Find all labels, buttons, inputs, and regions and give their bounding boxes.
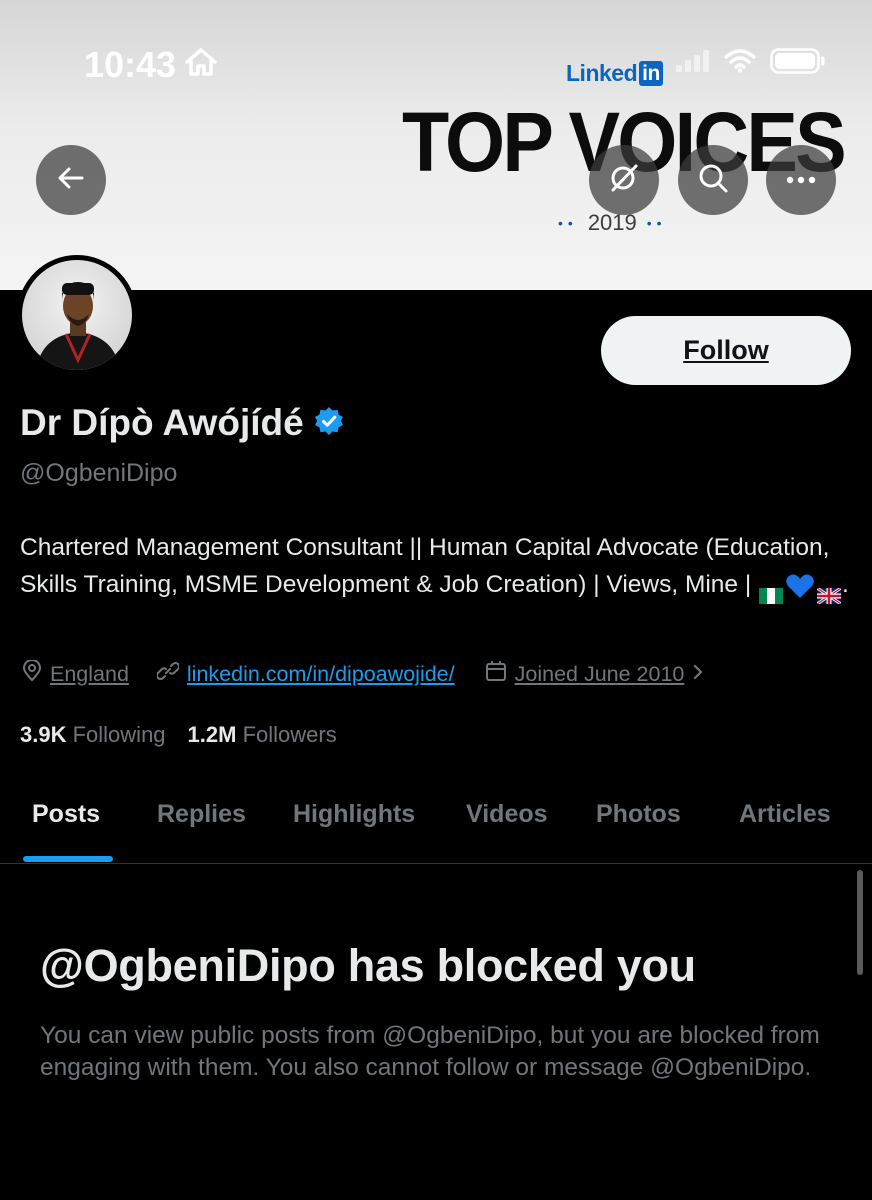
status-time-text: 10:43: [84, 44, 177, 85]
linkedin-logo-text: Linked: [566, 60, 638, 86]
blocked-title: @OgbeniDipo has blocked you: [40, 940, 696, 991]
search-button[interactable]: [678, 145, 748, 215]
followers-stat[interactable]: 1.2M Followers: [188, 722, 337, 748]
scrollbar[interactable]: [857, 870, 863, 975]
linkedin-logo-in: in: [639, 61, 663, 86]
verified-badge-icon[interactable]: [314, 406, 344, 441]
location[interactable]: England: [22, 659, 129, 688]
chevron-right-icon: [692, 662, 704, 687]
profile-meta: England linkedin.com/in/dipoawojide/ Joi…: [22, 659, 705, 688]
tab-replies[interactable]: Replies: [157, 800, 246, 829]
joined-text: Joined June 2010: [514, 661, 685, 686]
active-tab-indicator: [23, 856, 113, 862]
wifi-icon: [724, 49, 756, 78]
cellular-signal-icon: [676, 50, 710, 77]
tab-articles[interactable]: Articles: [739, 800, 831, 829]
profile-handle: @OgbeniDipo: [20, 459, 178, 487]
bio-text: Chartered Management Consultant || Human…: [20, 534, 830, 598]
linkedin-logo: Linked in: [566, 60, 663, 87]
website-text: linkedin.com/in/dipoawojide/: [186, 661, 455, 686]
grok-button[interactable]: [589, 145, 659, 215]
following-stat[interactable]: 3.9K Following: [20, 722, 166, 748]
tab-highlights[interactable]: Highlights: [293, 800, 415, 829]
uk-flag-icon: [816, 578, 842, 605]
arrow-left-icon: [56, 163, 86, 198]
followers-label: Followers: [242, 722, 337, 747]
dots-decoration: ••: [558, 215, 578, 231]
follow-button[interactable]: Follow: [601, 316, 851, 385]
more-button[interactable]: [766, 145, 836, 215]
following-count: 3.9K: [20, 722, 67, 747]
website-link[interactable]: linkedin.com/in/dipoawojide/: [155, 660, 455, 688]
battery-icon: [770, 48, 826, 79]
more-icon: [786, 171, 816, 189]
link-icon: [155, 660, 180, 688]
location-text: England: [50, 661, 129, 686]
status-time: 10:43: [84, 44, 218, 86]
nigeria-flag-icon: [759, 578, 784, 604]
tab-videos[interactable]: Videos: [466, 800, 548, 829]
location-pin-icon: [22, 659, 42, 688]
avatar[interactable]: [17, 255, 137, 375]
tab-posts[interactable]: Posts: [32, 800, 100, 829]
follow-stats: 3.9K Following 1.2M Followers: [20, 722, 337, 748]
home-icon: [184, 44, 218, 86]
tab-photos[interactable]: Photos: [596, 800, 681, 829]
joined-date[interactable]: Joined June 2010: [485, 660, 705, 688]
dots-decoration: ••: [646, 215, 667, 231]
following-label: Following: [72, 722, 166, 747]
status-indicators: [676, 48, 826, 79]
profile-bio: Chartered Management Consultant || Human…: [20, 529, 850, 605]
blue-heart-icon: [785, 573, 815, 599]
followers-count: 1.2M: [187, 722, 237, 747]
banner-year: •• 2019 ••: [558, 210, 667, 236]
grok-icon: [608, 162, 640, 199]
profile-name-row: Dr Dípò Awójídé: [20, 402, 344, 444]
blocked-message: You can view public posts from @OgbeniDi…: [40, 1022, 820, 1081]
profile-tabs: Posts Replies Highlights Videos Photos A…: [0, 796, 872, 864]
search-icon: [697, 162, 729, 199]
profile-name: Dr Dípò Awójídé: [20, 402, 304, 443]
back-button[interactable]: [36, 145, 106, 215]
bio-end: .: [842, 571, 849, 598]
calendar-icon: [485, 660, 507, 688]
